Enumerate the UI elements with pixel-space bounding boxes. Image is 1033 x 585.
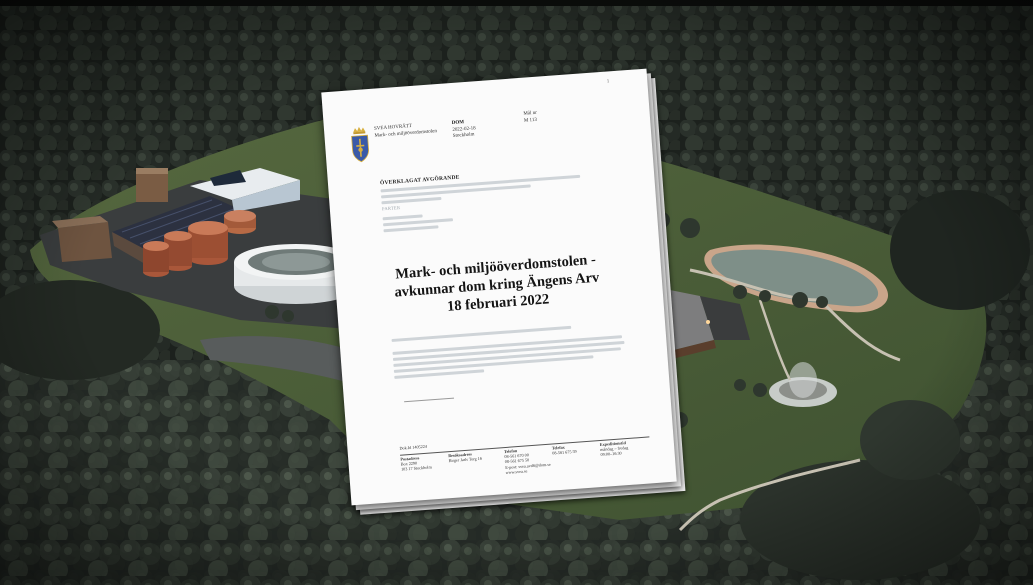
aerial-rendering-scene: 1 SVEA HOVRÄTT Mark- och miljööverdomsto… <box>0 0 1033 585</box>
document-id: Dok.Id 1405224 <box>399 443 428 451</box>
faint-text-line <box>391 325 572 343</box>
office-hours-value: måndag – fredag 09:00–16:30 <box>600 445 629 458</box>
judgment-headline: Mark- och miljööverdomstolen - avkunnar … <box>360 248 633 322</box>
footer-visiting-address: Besöksadress Birger Jarls Torg 16 <box>448 451 482 464</box>
footer-fax: Telefax 08-561 675 59 <box>552 444 577 456</box>
court-crest-icon <box>351 126 369 163</box>
faint-text-line <box>383 225 439 233</box>
fax-value: 08-561 675 59 <box>552 448 577 456</box>
judgment-meta: DOM 2022-02-18 Stockholm <box>452 119 477 140</box>
court-header: SVEA HOVRÄTT Mark- och miljööverdomstole… <box>374 122 437 140</box>
footer-postal-address: Postadress Box 2290 103 17 Stockholm <box>400 454 432 472</box>
court-document-stack: 1 SVEA HOVRÄTT Mark- och miljööverdomsto… <box>321 68 686 515</box>
faint-text-line <box>382 214 423 221</box>
phone-value: 08-561 670 00 08-561 675 50 E-post: svea… <box>504 452 551 475</box>
case-number: M 113 <box>523 117 538 124</box>
parties-section: PARTER <box>382 198 494 233</box>
postal-address-value: Box 2290 103 17 Stockholm <box>400 460 432 473</box>
case-number-block: Mål nr M 113 <box>523 111 537 125</box>
visiting-address-value: Birger Jarls Torg 16 <box>448 455 483 464</box>
dom-place: Stockholm <box>452 132 475 139</box>
footer-phone: Telefon 08-561 670 00 08-561 675 50 E-po… <box>504 446 551 475</box>
page-number: 1 <box>606 79 610 85</box>
document-footer: Dok.Id 1405224 Postadress Box 2290 103 1… <box>399 427 650 475</box>
judgment-body-text <box>391 318 634 379</box>
signature-line <box>404 397 455 403</box>
court-judgment-page: 1 SVEA HOVRÄTT Mark- och miljööverdomsto… <box>321 68 677 506</box>
footer-office-hours: Expeditionstid måndag – fredag 09:00–16:… <box>600 440 629 458</box>
